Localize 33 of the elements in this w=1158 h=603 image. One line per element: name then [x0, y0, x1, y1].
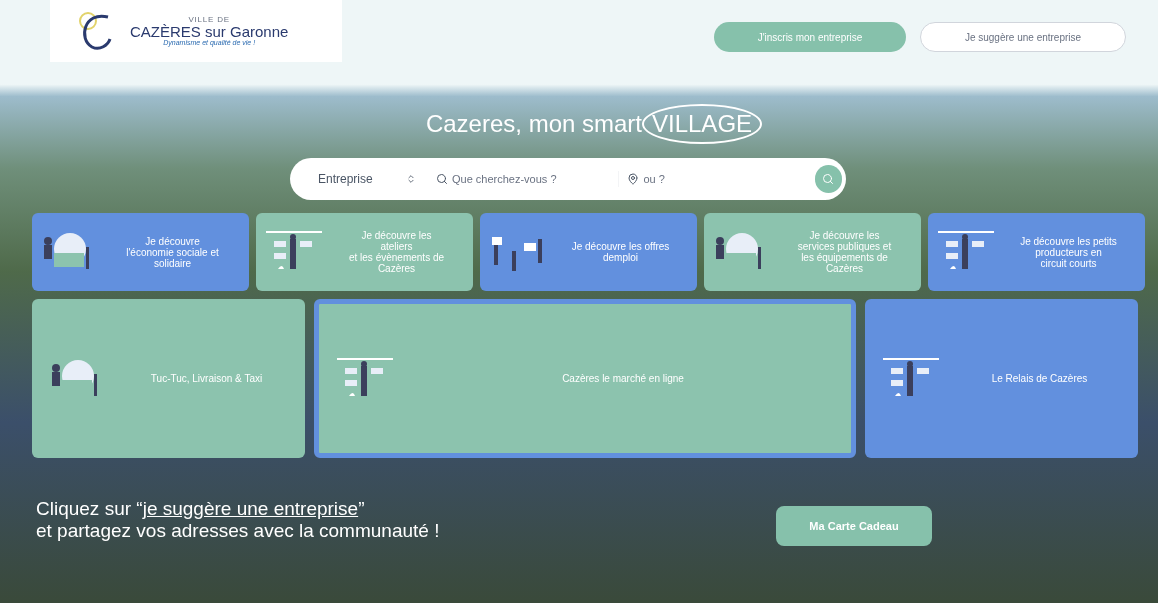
header-button[interactable]: J'inscris mon entreprise: [714, 22, 906, 52]
hero-title-circled: VILLAGE: [642, 104, 763, 144]
search-icon: [822, 173, 835, 185]
tile-label: Je découvre les offres demploi: [570, 241, 671, 263]
tile-label: Cazères le marché en ligne: [561, 372, 685, 386]
tile-label: Je découvre les petits producteurs en circuit courts: [1019, 235, 1118, 269]
tile-label: Je découvre l'économie sociale et solidaire: [125, 235, 220, 269]
tile-label: Le Relais de Cazères: [990, 372, 1089, 386]
feature-tile[interactable]: Tuc-Tuc, Livraison & Taxi: [32, 299, 305, 458]
search-icon: [435, 173, 448, 185]
category-tile[interactable]: Je découvre les ateliers et les évènements de Cazères: [256, 213, 473, 291]
header-button[interactable]: Je suggère une entreprise: [920, 22, 1126, 52]
category-tile[interactable]: Je découvre les petits producteurs en circuit courts: [928, 213, 1145, 291]
search-button[interactable]: [814, 165, 842, 193]
logo-name: CAZÈRES sur Garonne: [130, 24, 289, 39]
logo-small-text: VILLE DE: [188, 16, 230, 24]
where-input-field[interactable]: ou ?: [643, 170, 794, 188]
category-select[interactable]: Entreprise: [318, 170, 416, 188]
tile-label: Tuc-Tuc, Livraison & Taxi: [149, 372, 264, 386]
feature-tile[interactable]: Le Relais de Cazères: [865, 299, 1138, 458]
gift-card-button[interactable]: Ma Carte Cadeau: [776, 506, 932, 546]
suggest-link[interactable]: je suggère une entreprise: [142, 498, 359, 519]
category-tile[interactable]: Je découvre les offres demploi: [480, 213, 697, 291]
tile-label: Je découvre les services publiques et les équipements de Cazères: [796, 230, 893, 274]
location-pin-icon: [627, 173, 640, 185]
what-input-field[interactable]: Que cherchez-vous ?: [451, 170, 602, 188]
select-arrows-icon: [405, 174, 416, 184]
hero-title: Cazeres, mon smart: [425, 109, 642, 139]
feature-tile[interactable]: Cazères le marché en ligne: [314, 299, 856, 458]
category-tile[interactable]: Je découvre l'économie sociale et solidaire: [32, 213, 249, 291]
suggest-message: Cliquez sur “je suggère une entreprise” et partagez vos adresses avec la communauté !: [36, 498, 441, 542]
tile-label: Je découvre les ateliers et les évènements de Cazères: [347, 230, 446, 274]
category-tile[interactable]: Je découvre les services publiques et les équipements de Cazères: [704, 213, 921, 291]
